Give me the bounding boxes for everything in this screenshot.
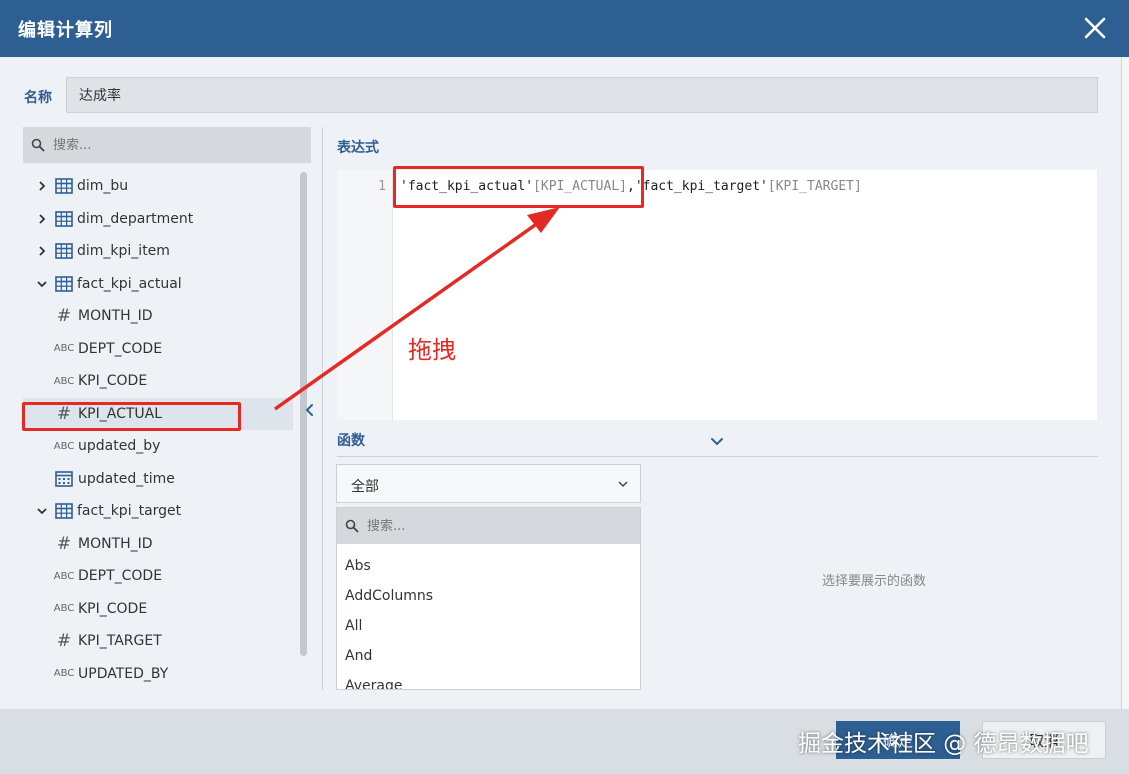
chevron-down-icon[interactable] <box>36 505 48 517</box>
annotation-box-field <box>22 402 241 431</box>
function-detail-hint: 选择要展示的函数 <box>822 574 927 589</box>
numeric-field-icon: # <box>56 306 72 326</box>
function-search-input[interactable] <box>367 508 627 544</box>
table-icon <box>55 243 73 259</box>
tree-table-label: dim_department <box>77 210 194 227</box>
annotation-box-expression <box>393 166 644 208</box>
tree-field-label: UPDATED_BY <box>78 665 169 682</box>
function-item-And[interactable]: And <box>345 648 372 664</box>
cancel-button[interactable]: 取消 <box>982 721 1106 759</box>
text-field-icon: ABC <box>53 375 75 387</box>
tree-field-UPDATED_BY[interactable]: ABC UPDATED_BY <box>23 658 293 690</box>
field-search-box[interactable] <box>23 127 311 163</box>
dialog-title: 编辑计算列 <box>18 20 113 41</box>
chevron-down-icon[interactable] <box>36 278 48 290</box>
text-field-icon: ABC <box>53 570 75 582</box>
numeric-field-icon: # <box>56 631 72 651</box>
tree-field-DEPT_CODE[interactable]: ABC DEPT_CODE <box>23 560 293 592</box>
function-item-Average[interactable]: Average <box>345 678 403 689</box>
tree-field-label: KPI_CODE <box>78 373 148 389</box>
function-category-select[interactable]: 全部 <box>336 464 641 503</box>
tree-field-KPI_CODE[interactable]: ABC KPI_CODE <box>23 365 293 397</box>
tree-field-updated_by[interactable]: ABC updated_by <box>23 430 293 462</box>
editor-gutter: 1 <box>337 170 393 420</box>
tree-field-label: MONTH_ID <box>78 535 153 552</box>
function-item-Abs[interactable]: Abs <box>345 558 371 574</box>
table-icon <box>55 178 73 194</box>
tree-table-dim_bu[interactable]: dim_bu <box>23 170 293 202</box>
expr-column-ref: [KPI_TARGET] <box>767 179 862 194</box>
expression-label: 表达式 <box>337 140 379 156</box>
chevron-down-icon[interactable] <box>710 436 724 448</box>
tree-table-dim_kpi_item[interactable]: dim_kpi_item <box>23 235 293 267</box>
chevron-right-icon[interactable] <box>36 245 48 257</box>
tree-table-fact_kpi_actual[interactable]: fact_kpi_actual <box>23 268 293 300</box>
function-item-All[interactable]: All <box>345 618 362 634</box>
dialog-header: 编辑计算列 <box>0 0 1129 57</box>
function-item-AddColumns[interactable]: AddColumns <box>345 588 433 604</box>
panel-divider <box>322 127 323 690</box>
collapse-panel-icon[interactable] <box>303 400 317 420</box>
field-search-input[interactable] <box>53 127 303 163</box>
tree-field-label: DEPT_CODE <box>78 340 163 357</box>
tree-field-label: DEPT_CODE <box>78 568 163 584</box>
function-category-value: 全部 <box>351 479 379 495</box>
numeric-field-icon: # <box>56 533 72 554</box>
annotation-drag-text: 拖拽 <box>408 336 456 364</box>
search-icon <box>31 138 45 152</box>
chevron-right-icon[interactable] <box>36 180 48 192</box>
expr-table-ref: 'fact_kpi_target' <box>634 179 768 194</box>
tree-field-KPI_TARGET[interactable]: # KPI_TARGET <box>23 625 293 657</box>
functions-divider <box>337 456 1098 457</box>
text-field-icon: ABC <box>53 343 75 354</box>
tree-table-label: dim_bu <box>77 178 129 194</box>
tree-field-MONTH_ID[interactable]: # MONTH_ID <box>23 528 293 560</box>
tree-field-label: MONTH_ID <box>78 308 153 324</box>
table-icon <box>55 275 73 292</box>
table-icon <box>55 210 73 227</box>
tree-field-MONTH_ID[interactable]: # MONTH_ID <box>23 300 293 332</box>
tree-table-dim_department[interactable]: dim_department <box>23 203 293 235</box>
ok-button[interactable]: 确定 <box>836 721 960 759</box>
text-field-icon: ABC <box>53 668 75 679</box>
text-field-icon: ABC <box>53 440 75 452</box>
tree-field-label: KPI_CODE <box>78 600 148 617</box>
search-icon <box>345 519 359 533</box>
tree-field-label: updated_time <box>78 470 175 487</box>
tree-table-fact_kpi_target[interactable]: fact_kpi_target <box>23 495 293 527</box>
chevron-right-icon[interactable] <box>36 213 48 225</box>
tree-table-label: dim_kpi_item <box>77 243 170 259</box>
background-window-edge <box>1121 57 1129 709</box>
tree-table-label: fact_kpi_target <box>77 503 182 519</box>
close-icon[interactable] <box>1081 14 1109 42</box>
tree-field-label: KPI_TARGET <box>78 633 162 649</box>
tree-field-label: updated_by <box>78 438 161 454</box>
caret-down-icon <box>618 481 628 488</box>
tree-field-KPI_CODE[interactable]: ABC KPI_CODE <box>23 593 293 625</box>
tree-field-DEPT_CODE[interactable]: ABC DEPT_CODE <box>23 333 293 365</box>
text-field-icon: ABC <box>53 603 75 614</box>
function-search-box[interactable] <box>337 508 640 544</box>
functions-label: 函数 <box>337 433 365 449</box>
tree-table-label: fact_kpi_actual <box>77 275 182 292</box>
calendar-icon <box>55 470 73 487</box>
table-icon <box>55 503 73 519</box>
name-input[interactable] <box>66 77 1098 113</box>
name-label: 名称 <box>24 90 52 106</box>
function-list: Abs AddColumns All And Average <box>336 507 641 690</box>
tree-field-updated_time[interactable]: updated_time <box>23 463 293 495</box>
line-number: 1 <box>378 179 386 194</box>
